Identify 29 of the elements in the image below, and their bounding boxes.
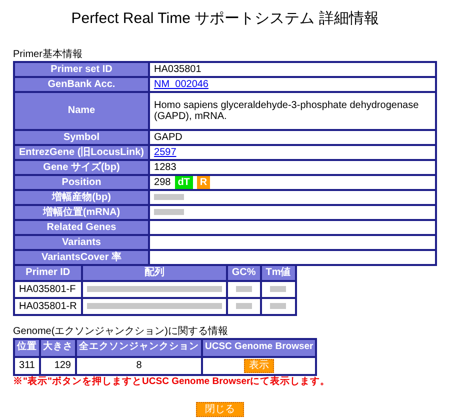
column-header: 配列 [82, 264, 227, 280]
value-text: HA035801 [154, 64, 202, 74]
value-text: Homo sapiens glyceraldehyde-3-phosphate dehydrogenase (GAPD), mRNA. [154, 100, 419, 122]
redacted-bar [154, 209, 184, 215]
value-text: GAPD [154, 132, 182, 142]
link[interactable]: 2597 [154, 146, 176, 158]
column-header: 大きさ [40, 338, 76, 356]
link[interactable]: NM_002046 [154, 78, 208, 90]
note-text: ※"表示"ボタンを押しますとUCSC Genome Browserにて表示します。 [13, 376, 332, 388]
column-header: UCSC Genome Browser [202, 338, 316, 356]
column-header: 位置 [14, 338, 40, 356]
redacted-bar [270, 303, 286, 309]
column-header: GC% [226, 264, 261, 280]
position-value: 298 [154, 176, 171, 188]
column-header: 全エクソンジャンクション [76, 338, 202, 356]
column-header: Primer ID [14, 264, 82, 280]
position-tag: R [196, 176, 210, 188]
row-header: Name [14, 92, 150, 130]
section-caption: Primer基本情報 [13, 48, 84, 60]
value-text: 1283 [154, 162, 176, 172]
column-header: Tm値 [260, 264, 296, 280]
redacted-bar [236, 303, 252, 309]
redacted-bar [270, 286, 286, 292]
redacted-bar [154, 194, 184, 200]
row-header: Primer set ID [14, 62, 150, 76]
section-caption: Genome(エクソンジャンクション)に関する情報 [13, 326, 230, 338]
redacted-bar [236, 286, 252, 292]
position-tag: dT [174, 176, 193, 188]
page-title: Perfect Real Time サポートシステム 詳細情報 [70, 9, 380, 29]
